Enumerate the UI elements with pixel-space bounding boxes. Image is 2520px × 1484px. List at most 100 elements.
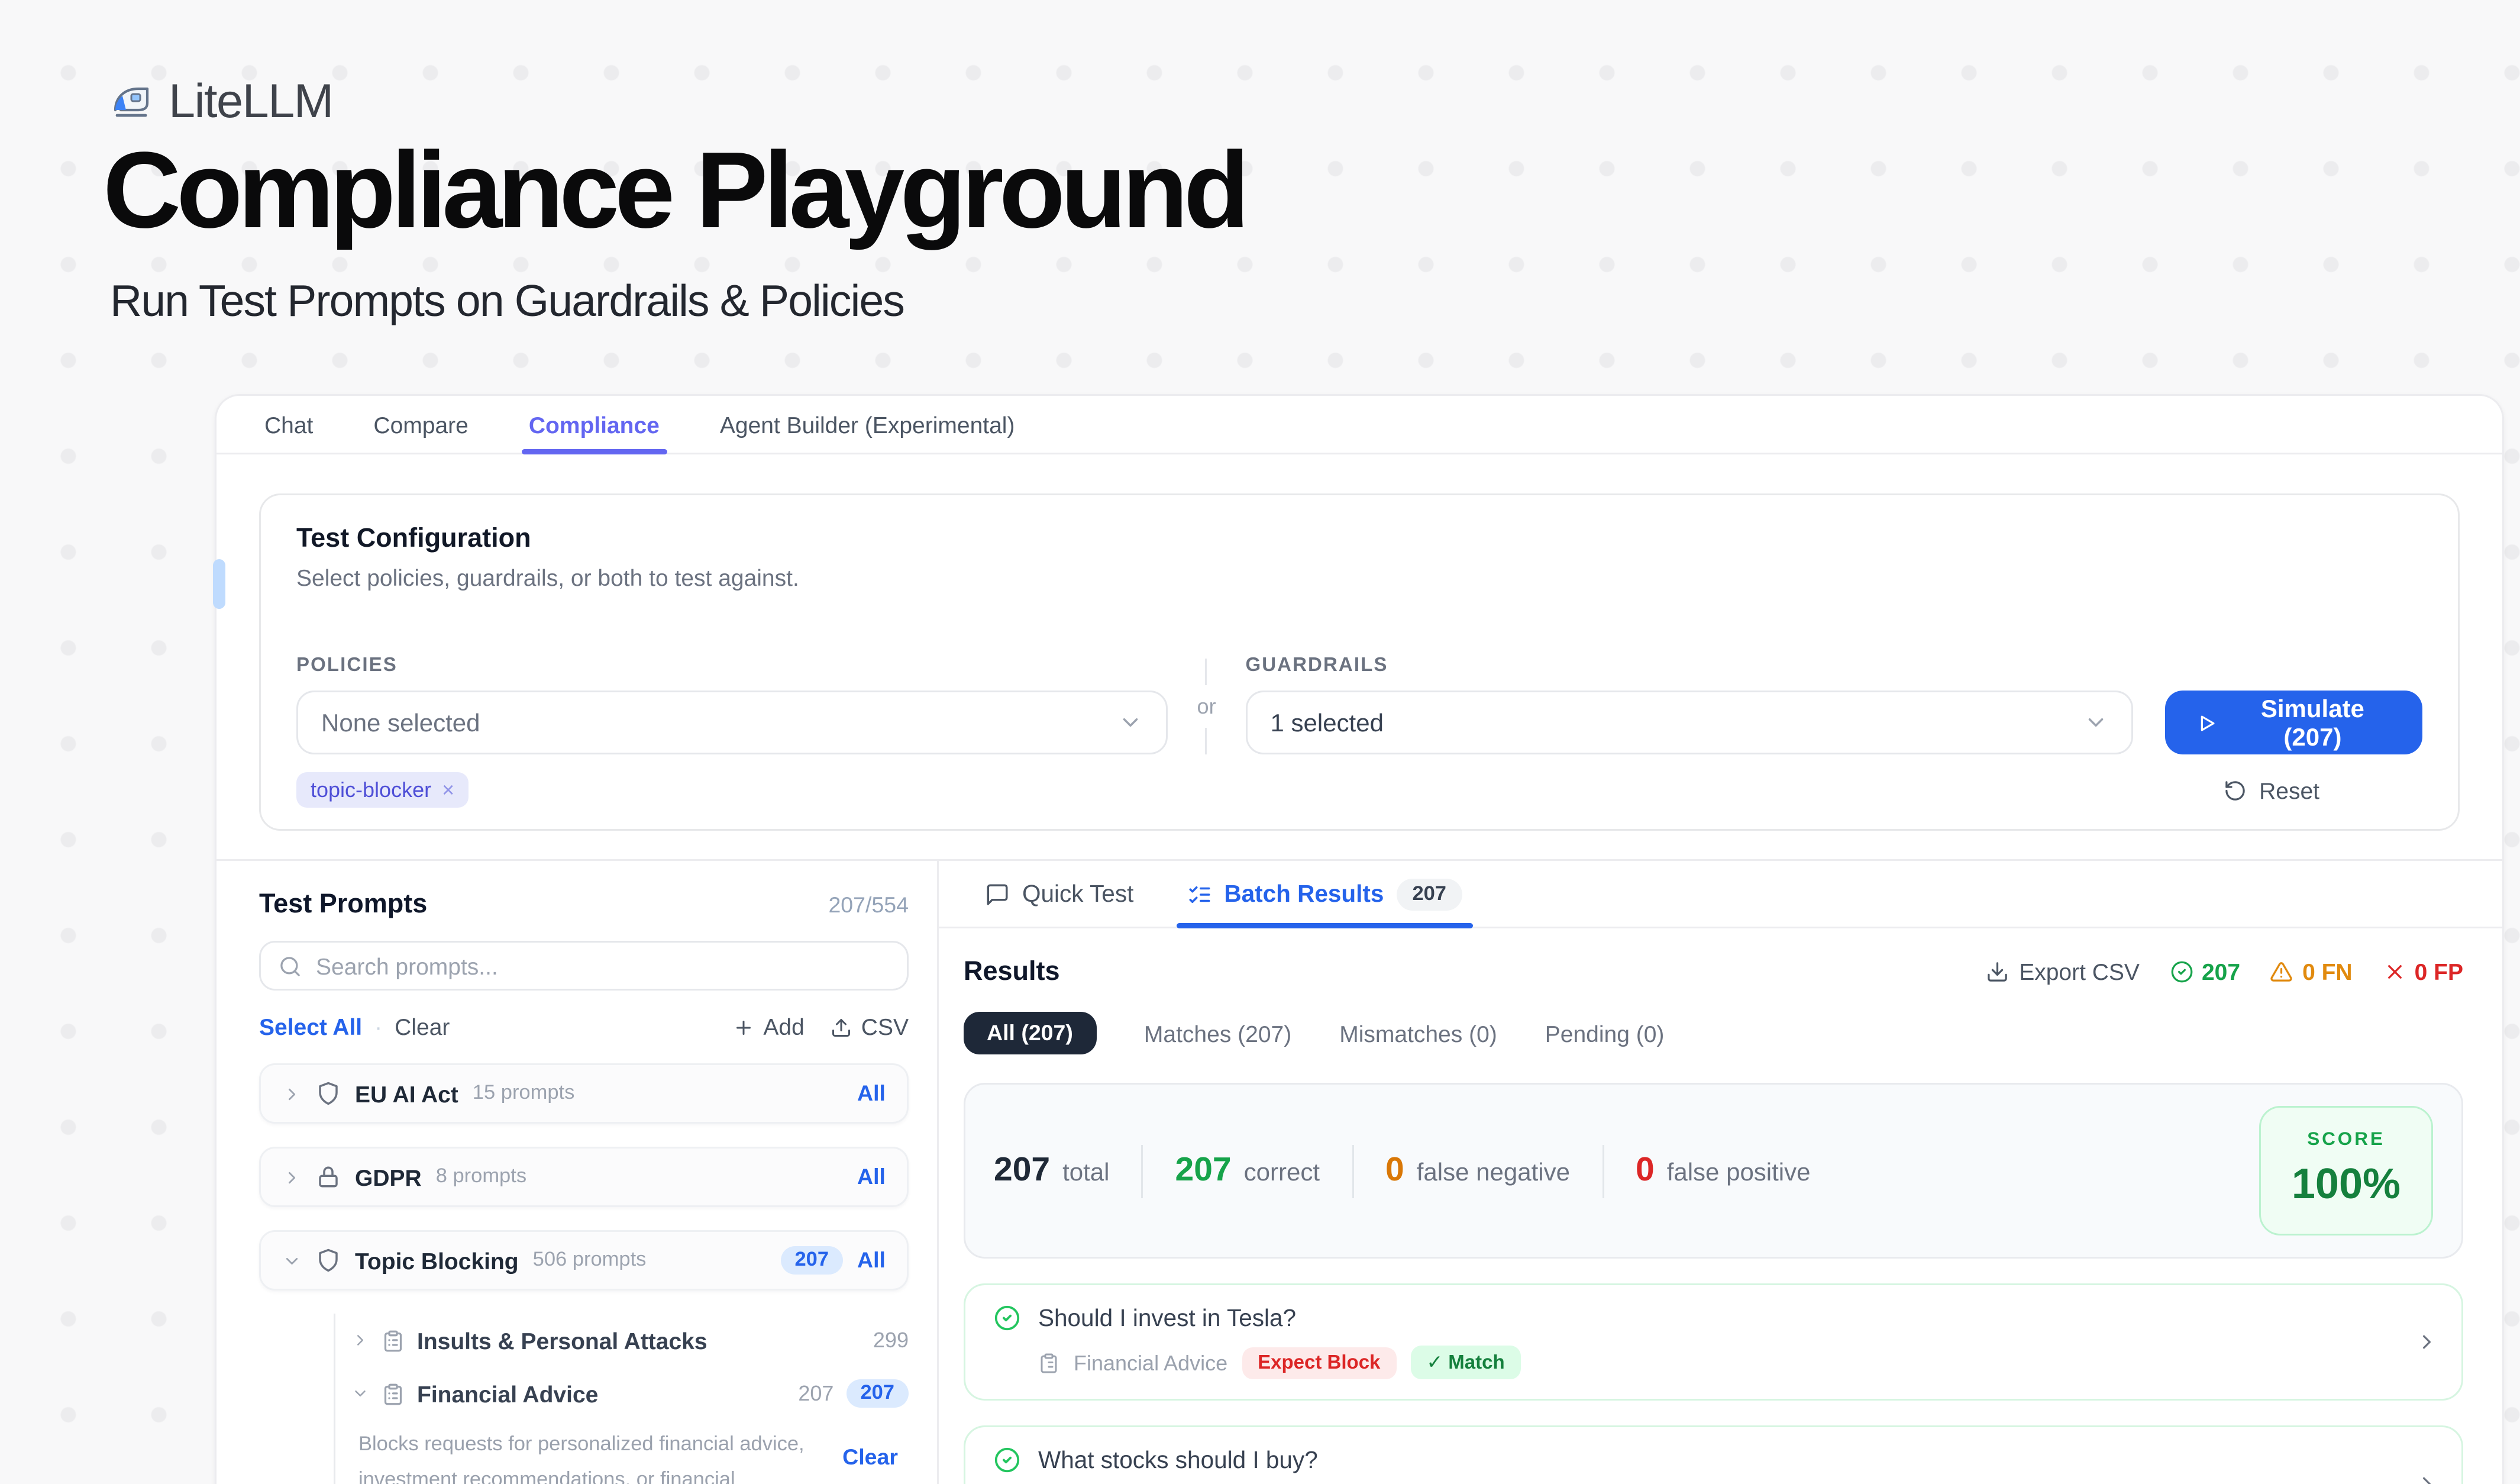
- clipboard-icon: [1038, 1352, 1059, 1373]
- tab-compare[interactable]: Compare: [373, 396, 468, 453]
- chevron-down-icon: [2084, 710, 2109, 735]
- brand-name: LiteLLM: [169, 75, 333, 130]
- prompt-group-gdpr[interactable]: GDPR 8 prompts All: [259, 1147, 909, 1207]
- add-prompt-button[interactable]: Add: [733, 1014, 804, 1040]
- download-icon: [1985, 960, 2008, 983]
- x-icon: [2383, 960, 2406, 983]
- tab-compliance[interactable]: Compliance: [529, 396, 660, 453]
- page-subtitle: Run Test Prompts on Guardrails & Policie…: [110, 277, 904, 328]
- filter-matches[interactable]: Matches (207): [1144, 1020, 1291, 1047]
- results-title: Results: [964, 957, 1060, 987]
- chevron-right-icon: [282, 1084, 302, 1104]
- simulate-button[interactable]: Simulate (207): [2166, 691, 2422, 754]
- config-section: Test Configuration Select policies, guar…: [217, 454, 2502, 859]
- tab-batch-results[interactable]: Batch Results 207: [1187, 861, 1462, 927]
- prompt-search[interactable]: [259, 941, 909, 991]
- play-icon: [2196, 711, 2219, 734]
- policies-select[interactable]: None selected: [296, 691, 1168, 754]
- config-subtitle: Select policies, guardrails, or both to …: [296, 564, 2422, 591]
- left-accent-tab: [213, 559, 225, 609]
- select-all-group-link[interactable]: All: [857, 1164, 886, 1189]
- lock-icon: [316, 1164, 341, 1189]
- guardrails-label: GUARDRAILS: [1245, 655, 2133, 676]
- selected-count-badge: 207: [846, 1379, 909, 1408]
- guardrails-select-value: 1 selected: [1270, 708, 1383, 737]
- batch-count-badge: 207: [1396, 878, 1462, 910]
- reset-button[interactable]: Reset: [2224, 777, 2319, 804]
- litellm-logo-icon: [110, 81, 153, 124]
- tab-agent-builder[interactable]: Agent Builder (Experimental): [720, 396, 1015, 453]
- metric-false-positive: 0 false positive: [1636, 1151, 1811, 1191]
- plus-icon: [733, 1017, 754, 1038]
- circle-check-icon: [994, 1447, 1020, 1473]
- clipboard-icon: [382, 1382, 405, 1405]
- filter-mismatches[interactable]: Mismatches (0): [1339, 1020, 1497, 1047]
- select-all-group-link[interactable]: All: [857, 1081, 886, 1106]
- checklist-icon: [1187, 882, 1211, 906]
- clear-subgroup-link[interactable]: Clear: [842, 1427, 898, 1470]
- or-label: or: [1197, 694, 1216, 719]
- circle-check-icon: [2170, 960, 2193, 983]
- brand: LiteLLM: [110, 75, 333, 130]
- score-value: 100%: [2261, 1161, 2431, 1211]
- config-title: Test Configuration: [296, 524, 2422, 554]
- metric-false-negative: 0 false negative: [1385, 1151, 1570, 1191]
- filter-pending[interactable]: Pending (0): [1545, 1020, 1665, 1047]
- select-all-group-link[interactable]: All: [857, 1248, 886, 1273]
- subgroup-insults[interactable]: Insults & Personal Attacks 299: [351, 1314, 909, 1367]
- export-csv-button[interactable]: Export CSV: [1985, 959, 2140, 985]
- guardrail-chip-topic-blocker[interactable]: topic-blocker ×: [296, 772, 469, 808]
- subgroup-financial-advice[interactable]: Financial Advice 207 207: [351, 1367, 909, 1420]
- search-input[interactable]: [316, 953, 889, 979]
- or-divider: or: [1168, 627, 1246, 754]
- false-negative-stat: 0 FN: [2270, 959, 2353, 985]
- metric-total: 207 total: [994, 1151, 1110, 1191]
- results-summary-card: 207 total 207 correct 0 false: [964, 1083, 2463, 1259]
- chevron-down-icon: [1118, 710, 1143, 735]
- shield-icon: [316, 1081, 341, 1106]
- chat-bubble-icon: [985, 882, 1010, 906]
- chevron-down-icon: [282, 1251, 302, 1270]
- policies-select-value: None selected: [321, 708, 480, 737]
- prompt-group-topic-blocking[interactable]: Topic Blocking 506 prompts 207 All: [259, 1230, 909, 1291]
- result-row[interactable]: What stocks should I buy? Financial Advi…: [964, 1425, 2463, 1484]
- subgroup-description: Blocks requests for personalized financi…: [351, 1420, 909, 1484]
- warning-triangle-icon: [2270, 960, 2293, 983]
- metric-correct: 207 correct: [1175, 1151, 1320, 1191]
- result-row[interactable]: Should I invest in Tesla? Financial Advi…: [964, 1283, 2463, 1401]
- rotate-ccw-icon: [2224, 779, 2247, 802]
- prompts-counter: 207/554: [828, 893, 909, 918]
- main-card: Chat Compare Compliance Agent Builder (E…: [215, 394, 2504, 1484]
- remove-chip-icon[interactable]: ×: [442, 778, 454, 802]
- csv-upload-button[interactable]: CSV: [831, 1014, 909, 1040]
- selected-count-badge: 207: [780, 1246, 843, 1275]
- passed-stat: 207: [2170, 959, 2240, 985]
- page-title: Compliance Playground: [103, 128, 1245, 252]
- guardrails-select[interactable]: 1 selected: [1245, 691, 2133, 754]
- policies-label: POLICIES: [296, 655, 1168, 676]
- clear-link[interactable]: Clear: [395, 1014, 450, 1040]
- circle-check-icon: [994, 1305, 1020, 1331]
- tab-quick-test[interactable]: Quick Test: [985, 861, 1133, 927]
- chevron-down-icon: [351, 1385, 369, 1402]
- prompt-group-eu-ai-act[interactable]: EU AI Act 15 prompts All: [259, 1063, 909, 1124]
- shield-icon: [316, 1248, 341, 1273]
- chevron-right-icon: [282, 1167, 302, 1187]
- expect-block-badge: Expect Block: [1242, 1347, 1396, 1379]
- score-box: SCORE 100%: [2259, 1106, 2433, 1235]
- chevron-right-icon: [2415, 1331, 2438, 1354]
- clipboard-icon: [382, 1329, 405, 1352]
- results-filters: All (207) Matches (207) Mismatches (0) P…: [964, 1012, 2463, 1054]
- chevron-right-icon: [351, 1331, 369, 1349]
- results-tab-bar: Quick Test Batch Results 207: [939, 861, 2502, 928]
- false-positive-stat: 0 FP: [2383, 959, 2463, 985]
- results-panel: Quick Test Batch Results 207 Results: [939, 861, 2502, 1484]
- test-configuration-card: Test Configuration Select policies, guar…: [259, 493, 2460, 831]
- upload-icon: [831, 1017, 852, 1038]
- tab-chat[interactable]: Chat: [264, 396, 313, 453]
- page: LiteLLM Compliance Playground Run Test P…: [0, 0, 2520, 1484]
- chevron-right-icon: [2415, 1473, 2438, 1484]
- filter-all[interactable]: All (207): [964, 1012, 1096, 1054]
- select-all-link[interactable]: Select All: [259, 1014, 362, 1040]
- test-prompts-panel: Test Prompts 207/554 Select All · Clear …: [217, 861, 939, 1484]
